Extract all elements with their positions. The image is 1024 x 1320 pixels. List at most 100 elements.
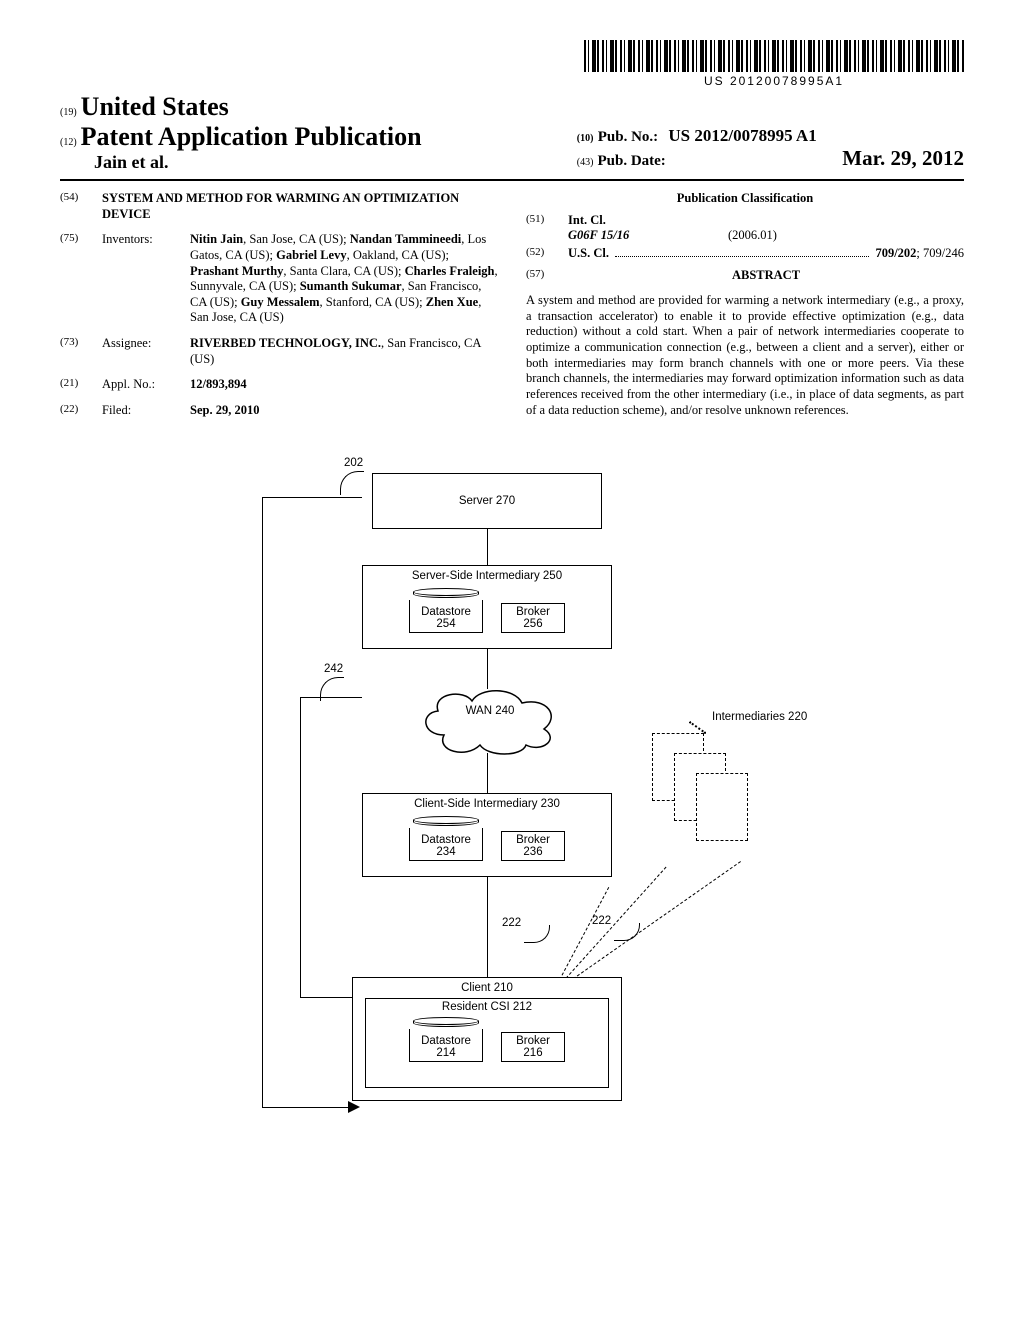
field-applno: (21) Appl. No.: 12/893,894 <box>60 377 498 393</box>
applno-value: 12/893,894 <box>190 377 498 393</box>
broker216-box: Broker 216 <box>501 1032 565 1062</box>
broker256-box: Broker 256 <box>501 603 565 633</box>
intcl-code: G06F 15/16 <box>568 228 688 244</box>
wan-cloud-icon <box>414 683 564 757</box>
uscl-dots <box>615 247 869 257</box>
barcode-strip <box>584 40 964 72</box>
pubdate-label: Pub. Date: <box>597 153 665 170</box>
field-abstract-head: (57) ABSTRACT <box>526 268 964 290</box>
ds254-box: Datastore 254 <box>409 588 483 633</box>
uscl-num: (52) <box>526 246 560 260</box>
csi-box: Client-Side Intermediary 230 Datastore 2… <box>362 793 612 877</box>
field-intcl: (51) Int. Cl. G06F 15/16 (2006.01) <box>526 213 964 244</box>
intcl-date: (2006.01) <box>728 228 777 244</box>
pubno-value: US 2012/0078995 A1 <box>668 126 816 145</box>
uscl-rest-value: ; 709/246 <box>916 246 964 262</box>
country: United States <box>81 92 229 121</box>
conn-csi-client <box>487 877 488 977</box>
ref-222b-label: 222 <box>592 915 611 927</box>
two-column-body: (54) SYSTEM AND METHOD FOR WARMING AN OP… <box>60 191 964 429</box>
applno-num: (21) <box>60 377 94 391</box>
right-column: Publication Classification (51) Int. Cl.… <box>526 191 964 429</box>
resident-csi-box: Resident CSI 212 Datastore 214 Broker 21… <box>365 998 609 1088</box>
title-num: (54) <box>60 191 94 205</box>
classification-heading: Publication Classification <box>526 191 964 207</box>
assignee-label: Assignee: <box>102 336 182 352</box>
field-title: (54) SYSTEM AND METHOD FOR WARMING AN OP… <box>60 191 498 222</box>
header-left: (19) United States (12) Patent Applicati… <box>60 92 553 173</box>
server-box: Server 270 <box>372 473 602 529</box>
invention-title: SYSTEM AND METHOD FOR WARMING AN OPTIMIZ… <box>102 191 498 222</box>
client-label: Client 210 <box>461 982 513 994</box>
patent-page: US 20120078995A1 (19) United States (12)… <box>0 0 1024 1177</box>
side-arc-arrowhead-icon <box>346 1101 360 1113</box>
filed-value: Sep. 29, 2010 <box>190 403 498 419</box>
ds234-box: Datastore 234 <box>409 816 483 861</box>
header-authors: Jain et al. <box>60 152 553 173</box>
country-line: (19) United States <box>60 92 553 122</box>
side-arc-202-top <box>262 497 362 498</box>
field-assignee: (73) Assignee: RIVERBED TECHNOLOGY, INC.… <box>60 336 498 367</box>
pubdate-value: Mar. 29, 2012 <box>842 146 964 171</box>
figure-area: 202 Server 270 Server-Side Intermediary … <box>60 457 964 1137</box>
pubdate-prefix: (43) <box>577 157 594 168</box>
ref-202-leader <box>340 471 364 495</box>
pubtype-line: (12) Patent Application Publication <box>60 122 553 152</box>
broker236-box: Broker 236 <box>501 831 565 861</box>
branch-line-2 <box>552 866 666 993</box>
ref-222a-label: 222 <box>502 917 521 929</box>
inventors-label: Inventors: <box>102 232 182 248</box>
client-box: Client 210 Resident CSI 212 Datastore 21… <box>352 977 622 1101</box>
inventors-num: (75) <box>60 232 94 246</box>
barcode-region: US 20120078995A1 <box>60 40 964 88</box>
csi-label: Client-Side Intermediary 230 <box>414 798 560 810</box>
wan-label: WAN 240 <box>460 705 520 717</box>
abstract-label: ABSTRACT <box>568 268 964 284</box>
resident-label: Resident CSI 212 <box>442 1001 532 1013</box>
ref-242-label: 242 <box>324 663 343 675</box>
broker256-label: Broker 256 <box>508 606 558 630</box>
ds214-label: Datastore 214 <box>416 1035 476 1059</box>
barcode-number: US 20120078995A1 <box>704 74 844 88</box>
conn-server-ssi <box>487 529 488 565</box>
ds214-box: Datastore 214 <box>409 1017 483 1062</box>
ref-222b-leader <box>614 923 640 941</box>
side-arc-242-bottom <box>300 997 352 998</box>
header-right: (10) Pub. No.: US 2012/0078995 A1 (43) P… <box>577 92 964 173</box>
pubtype-prefix: (12) <box>60 137 77 148</box>
uscl-bold-value: 709/202 <box>875 246 916 262</box>
broker236-label: Broker 236 <box>508 834 558 858</box>
conn-wan-csi <box>487 753 488 793</box>
uscl-row: U.S. Cl. 709/202; 709/246 <box>568 246 964 262</box>
server-label: Server 270 <box>459 495 515 507</box>
pubdate-line: (43) Pub. Date: Mar. 29, 2012 <box>577 146 964 171</box>
filed-num: (22) <box>60 403 94 417</box>
ref-202-label: 202 <box>344 457 363 469</box>
broker216-label: Broker 216 <box>508 1035 558 1059</box>
side-arc-242-top <box>300 697 362 698</box>
branch-line-3 <box>552 861 741 994</box>
inventors-list: Nitin Jain, San Jose, CA (US); Nandan Ta… <box>190 232 498 326</box>
abstract-num: (57) <box>526 268 560 282</box>
intcl-num: (51) <box>526 213 560 227</box>
country-prefix: (19) <box>60 107 77 118</box>
applno-label: Appl. No.: <box>102 377 182 393</box>
pubtype: Patent Application Publication <box>81 122 422 151</box>
intcl-row: G06F 15/16 (2006.01) <box>568 228 964 244</box>
pubno-prefix: (10) <box>577 133 594 144</box>
side-arc-202 <box>262 497 263 1107</box>
field-filed: (22) Filed: Sep. 29, 2010 <box>60 403 498 419</box>
assignee-num: (73) <box>60 336 94 350</box>
barcode: US 20120078995A1 <box>584 40 964 88</box>
abstract-body: A system and method are provided for war… <box>526 293 964 418</box>
pubno-line: (10) Pub. No.: US 2012/0078995 A1 <box>577 126 964 146</box>
field-uscl: (52) U.S. Cl. 709/202; 709/246 <box>526 246 964 262</box>
intermediaries-label: Intermediaries 220 <box>712 711 812 723</box>
pubno-label: Pub. No.: <box>598 129 658 145</box>
assignee-value: RIVERBED TECHNOLOGY, INC., San Francisco… <box>190 336 498 367</box>
ds254-label: Datastore 254 <box>416 606 476 630</box>
ds234-label: Datastore 234 <box>416 834 476 858</box>
ref-222a-leader <box>524 925 550 943</box>
uscl-label: U.S. Cl. <box>568 246 609 262</box>
filed-label: Filed: <box>102 403 182 419</box>
